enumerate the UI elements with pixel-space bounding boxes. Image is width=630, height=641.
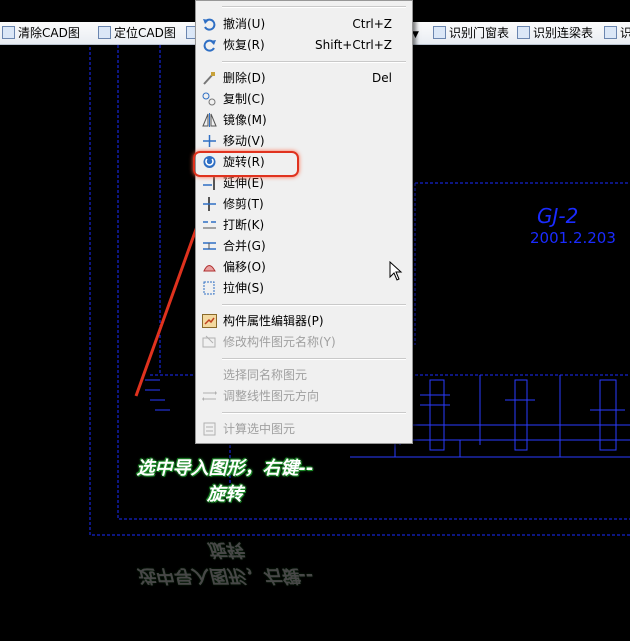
menu-item-stretch[interactable]: 拉伸(S): [196, 278, 410, 298]
menu-item-adjust-direction[interactable]: 调整线性图元方向: [196, 386, 410, 406]
menu-item-redo[interactable]: 恢复(R) Shift+Ctrl+Z: [196, 35, 410, 55]
caption-reflection: 选中导入图形，右键-- 旋转: [120, 536, 330, 588]
rotate-highlight-box: [193, 151, 299, 177]
door-window-table-icon: [433, 26, 446, 39]
toolbar-coupling-beam-table-button[interactable]: 识别连梁表: [517, 24, 593, 42]
delete-icon: [203, 72, 215, 85]
menu-item-select-same-name[interactable]: 选择同名称图元: [196, 365, 410, 385]
menu-item-undo[interactable]: 撤消(U) Ctrl+Z: [196, 14, 410, 34]
menu-item-move[interactable]: 移动(V): [196, 131, 410, 151]
caption-reflection-line-1: 选中导入图形，右键--: [136, 565, 314, 586]
rename-element-icon: [202, 335, 216, 348]
menu-separator: [222, 412, 406, 414]
toolbar-clear-cad-button[interactable]: 清除CAD图: [2, 24, 80, 42]
menu-item-copy[interactable]: 复制(C): [196, 89, 410, 109]
context-menu: 撤消(U) Ctrl+Z 恢复(R) Shift+Ctrl+Z 删除(D) De…: [195, 0, 413, 444]
toolbar-locate-cad-button[interactable]: 定位CAD图: [98, 24, 176, 42]
toolbar-recognize-button[interactable]: 识: [604, 24, 630, 42]
menu-item-mirror[interactable]: 镜像(M): [196, 110, 410, 130]
menu-item-delete[interactable]: 删除(D) Del: [196, 68, 410, 88]
extend-icon: [203, 176, 215, 190]
caption-reflection-line-2: 旋转: [207, 539, 243, 560]
menu-item-trim[interactable]: 修剪(T): [196, 194, 410, 214]
menu-item-property-editor[interactable]: 构件属性编辑器(P): [196, 311, 410, 331]
menu-separator: [222, 61, 406, 63]
menu-item-break[interactable]: 打断(K): [196, 215, 410, 235]
clear-cad-icon: [2, 26, 15, 39]
property-editor-icon: [202, 314, 217, 328]
move-icon: [203, 135, 216, 147]
adjust-direction-icon: [202, 391, 217, 401]
merge-icon: [203, 242, 216, 250]
calculate-icon: [203, 422, 216, 436]
coupling-beam-table-icon: [517, 26, 530, 39]
chevron-down-icon: ▼: [412, 30, 419, 40]
menu-item-calculate-selected[interactable]: 计算选中图元: [196, 419, 410, 439]
locate-cad-icon: [98, 26, 111, 39]
menu-item-offset[interactable]: 偏移(O): [196, 257, 410, 277]
caption-line-2: 旋转: [207, 484, 243, 505]
cad-label-code: GJ-2: [537, 204, 578, 228]
toolbar-door-window-table-button[interactable]: 识别门窗表: [433, 24, 509, 42]
toolbar-dropdown-arrow[interactable]: ▼: [412, 24, 419, 42]
break-icon: [203, 221, 216, 229]
undo-icon: [203, 18, 216, 31]
menu-separator: [222, 358, 406, 360]
caption-line-1: 选中导入图形，右键--: [136, 458, 314, 479]
redo-icon: [203, 39, 216, 52]
mouse-cursor-icon: [389, 261, 403, 281]
menu-item-merge[interactable]: 合并(G): [196, 236, 410, 256]
stretch-icon: [203, 281, 215, 295]
copy-icon: [202, 92, 216, 106]
offset-icon: [203, 265, 216, 272]
mirror-icon: [202, 113, 217, 127]
menu-item-rename-element[interactable]: 修改构件图元名称(Y): [196, 332, 410, 352]
tutorial-caption: 选中导入图形，右键-- 旋转: [120, 456, 330, 508]
trim-icon: [203, 197, 216, 211]
cad-label-sub: 2001.2.203: [530, 229, 616, 247]
recognize-icon: [604, 26, 617, 39]
menu-separator: [222, 6, 406, 8]
menu-separator: [222, 304, 406, 306]
